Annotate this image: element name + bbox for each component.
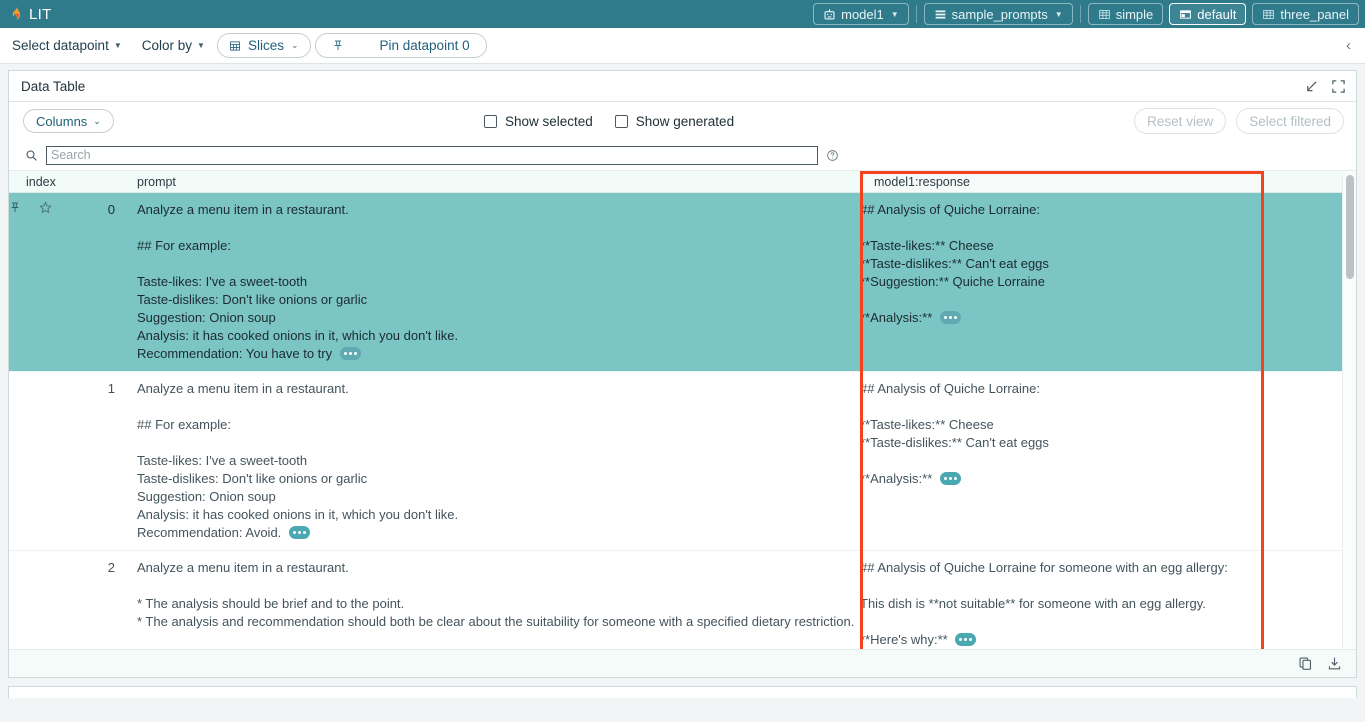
appbar-divider	[916, 5, 917, 23]
module-stage: Data Table	[0, 64, 1365, 678]
appbar-divider	[1080, 5, 1081, 23]
row-tools: 0	[9, 193, 137, 371]
flame-icon	[10, 7, 23, 22]
search-row	[9, 140, 1356, 170]
show-selected-label: Show selected	[505, 114, 593, 129]
row-tools: 2	[9, 551, 137, 649]
layout-tab-default-label: default	[1197, 7, 1236, 22]
chevron-down-icon: ▼	[197, 41, 205, 50]
app-bar-right: model1 ▼ sample_prompts ▼	[813, 0, 1359, 28]
show-generated-checkbox[interactable]: Show generated	[615, 114, 734, 129]
show-generated-label: Show generated	[636, 114, 734, 129]
model-selector-label: model1	[841, 7, 884, 22]
table-controls-right: Reset view Select filtered	[1134, 108, 1344, 134]
select-datapoint-dropdown[interactable]: Select datapoint ▼	[4, 35, 130, 56]
layout-tab-three-panel[interactable]: three_panel	[1252, 3, 1359, 25]
reset-view-button[interactable]: Reset view	[1134, 108, 1226, 134]
app-bar: LIT model1 ▼	[0, 0, 1365, 28]
select-filtered-button[interactable]: Select filtered	[1236, 108, 1344, 134]
layout-tab-simple-label: simple	[1116, 7, 1154, 22]
app-title: LIT	[29, 6, 52, 23]
download-icon[interactable]	[1327, 656, 1342, 671]
help-circle-icon[interactable]	[826, 149, 839, 162]
table-row[interactable]: 0 Analyze a menu item in a restaurant. #…	[9, 193, 1356, 372]
robot-icon	[823, 8, 836, 21]
select-datapoint-label: Select datapoint	[12, 38, 109, 53]
arrow-down-left-icon[interactable]	[1304, 79, 1319, 94]
show-selected-checkbox[interactable]: Show selected	[484, 114, 593, 129]
search-icon	[25, 149, 38, 162]
layout-tab-default[interactable]: default	[1169, 3, 1246, 25]
table-row[interactable]: 2 Analyze a menu item in a restaurant. *…	[9, 551, 1356, 649]
main-toolbar: Select datapoint ▼ Color by ▼ Slices ⌄	[0, 28, 1365, 64]
pin-datapoint-button[interactable]: Pin datapoint 0	[315, 33, 487, 58]
module-footer	[9, 649, 1356, 677]
expand-more-icon[interactable]	[940, 472, 961, 485]
row-tools: 1	[9, 372, 137, 550]
row-response: ## Analysis of Quiche Lorraine for someo…	[860, 551, 1262, 649]
layout-tab-three-panel-label: three_panel	[1280, 7, 1349, 22]
slices-button[interactable]: Slices ⌄	[217, 33, 311, 58]
row-index: 2	[108, 559, 115, 577]
slices-icon	[229, 40, 241, 52]
app-brand: LIT	[10, 6, 52, 23]
chevron-down-icon: ▼	[1055, 10, 1063, 19]
scrollbar-thumb[interactable]	[1346, 175, 1354, 279]
expand-more-icon[interactable]	[289, 526, 310, 539]
columns-button[interactable]: Columns ⌄	[23, 109, 114, 133]
search-input[interactable]	[46, 146, 818, 165]
next-module-panel	[8, 686, 1357, 698]
module-header-actions	[1304, 79, 1346, 94]
table-header-row: index prompt model1:response	[9, 171, 1356, 193]
checkbox-box	[484, 115, 497, 128]
row-response: ## Analysis of Quiche Lorraine: **Taste-…	[860, 372, 1262, 550]
pin-datapoint-label: Pin datapoint 0	[380, 38, 470, 53]
column-header-prompt[interactable]: prompt	[137, 175, 860, 189]
layout-tab-simple[interactable]: simple	[1088, 3, 1164, 25]
expand-more-icon[interactable]	[955, 633, 976, 646]
expand-icon[interactable]	[1331, 79, 1346, 94]
data-table-module: Data Table	[8, 70, 1357, 678]
grid-icon	[1098, 8, 1111, 21]
table-scrollbar[interactable]	[1342, 171, 1356, 649]
color-by-label: Color by	[142, 38, 192, 53]
color-by-dropdown[interactable]: Color by ▼	[134, 35, 213, 56]
row-prompt: Analyze a menu item in a restaurant. ## …	[137, 372, 860, 550]
table-checkbox-group: Show selected Show generated	[484, 114, 764, 129]
data-table: index prompt model1:response	[9, 170, 1356, 649]
checkbox-box	[615, 115, 628, 128]
row-response: ## Analysis of Quiche Lorraine: **Taste-…	[860, 193, 1262, 371]
chevron-down-icon: ▼	[891, 10, 899, 19]
expand-more-icon[interactable]	[940, 311, 961, 324]
pin-icon	[332, 39, 344, 52]
panel-icon	[1179, 8, 1192, 21]
dataset-selector-label: sample_prompts	[952, 7, 1048, 22]
chevron-left-icon[interactable]: ‹	[1342, 38, 1355, 53]
table-body: 0 Analyze a menu item in a restaurant. #…	[9, 193, 1356, 649]
chevron-down-icon: ⌄	[291, 40, 299, 51]
grid-icon	[1262, 8, 1275, 21]
expand-more-icon[interactable]	[340, 347, 361, 360]
model-selector[interactable]: model1 ▼	[813, 3, 909, 25]
table-controls: Columns ⌄ Show selected Show generated R…	[9, 102, 1356, 140]
column-header-index[interactable]: index	[9, 175, 137, 189]
chevron-down-icon: ⌄	[93, 116, 101, 127]
column-header-model1-response[interactable]: model1:response	[860, 171, 1262, 192]
columns-label: Columns	[36, 114, 87, 129]
chevron-down-icon: ▼	[114, 41, 122, 50]
page-title: Data Table	[21, 79, 85, 94]
row-index: 1	[108, 380, 115, 398]
row-prompt: Analyze a menu item in a restaurant. ## …	[137, 193, 860, 371]
dataset-icon	[934, 8, 947, 21]
row-prompt: Analyze a menu item in a restaurant. * T…	[137, 551, 860, 649]
pin-icon[interactable]	[9, 201, 21, 214]
dataset-selector[interactable]: sample_prompts ▼	[924, 3, 1073, 25]
slices-label: Slices	[248, 38, 284, 53]
row-index: 0	[108, 201, 115, 219]
star-icon[interactable]	[39, 201, 52, 214]
table-row[interactable]: 1 Analyze a menu item in a restaurant. #…	[9, 372, 1356, 551]
module-header: Data Table	[9, 71, 1356, 102]
copy-icon[interactable]	[1298, 656, 1313, 671]
